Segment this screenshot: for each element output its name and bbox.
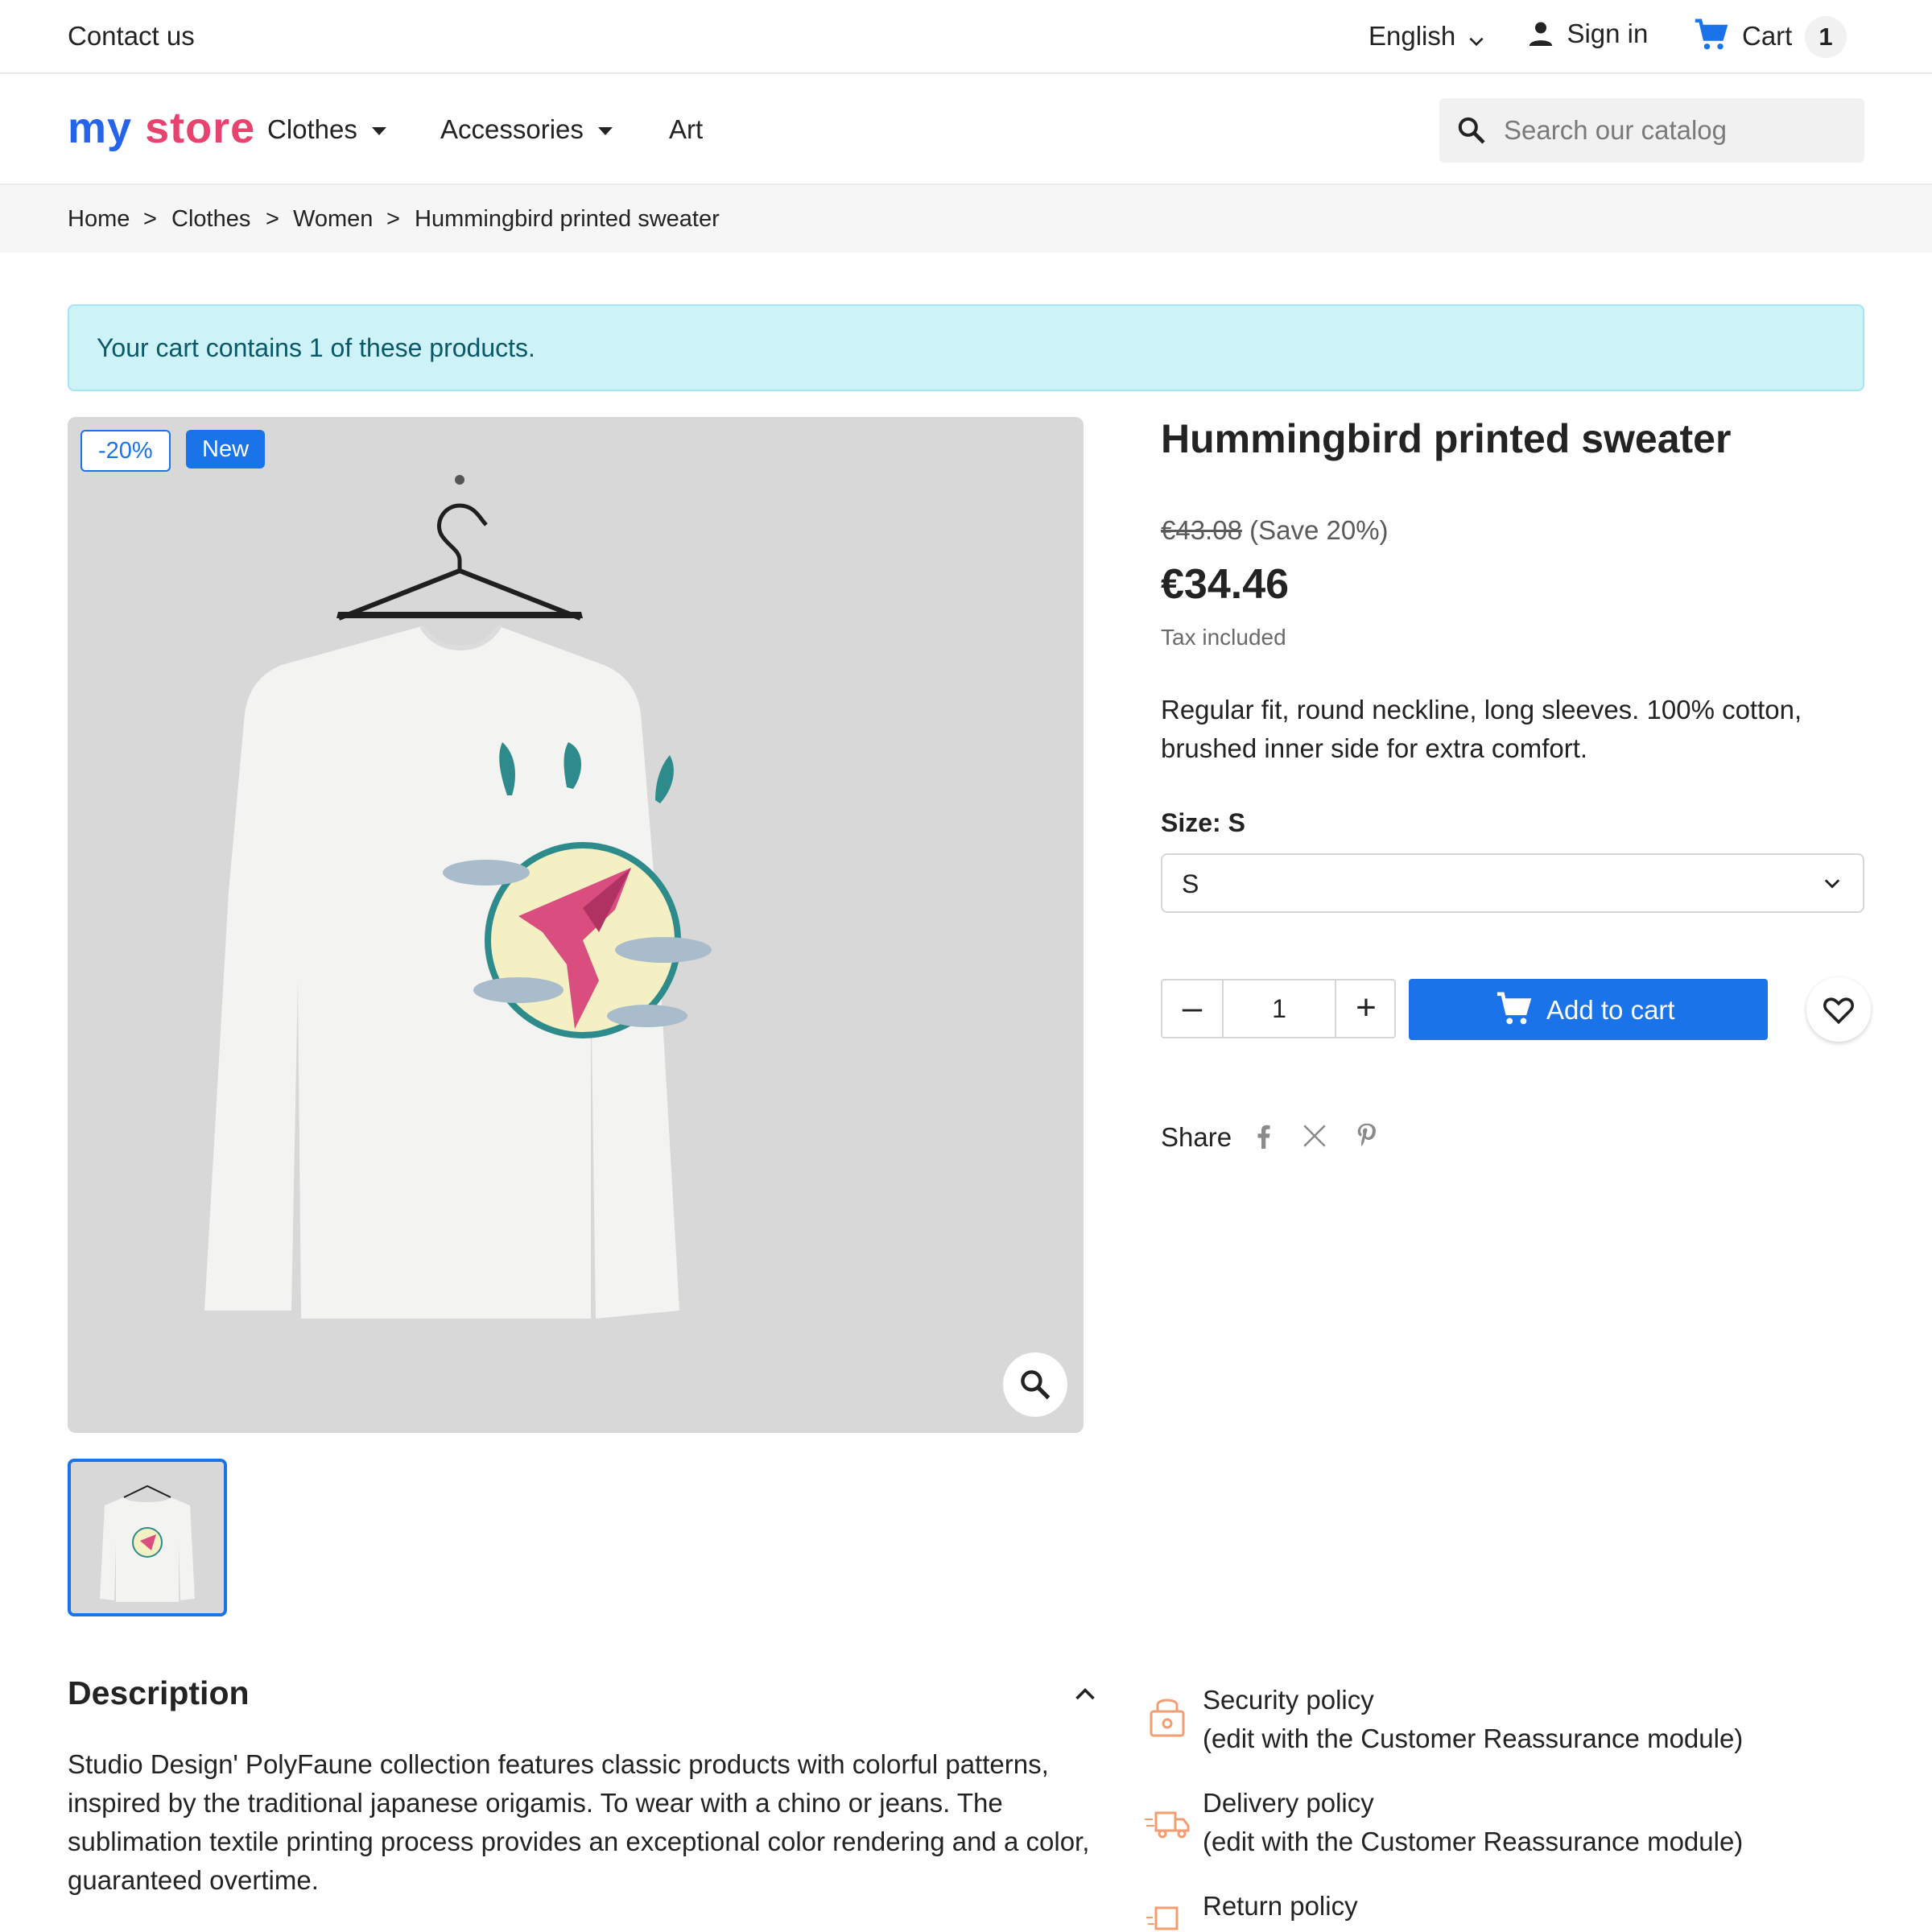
alert-text: Your cart contains 1 of these products. xyxy=(97,333,535,362)
chevron-down-icon xyxy=(1469,37,1484,46)
reassurance-security-sub: (edit with the Customer Reassurance modu… xyxy=(1203,1724,1744,1753)
return-icon xyxy=(1146,1906,1179,1930)
store-logo[interactable]: my store xyxy=(68,103,255,153)
size-label: Size: S xyxy=(1161,808,1245,837)
breadcrumb: Home > Clothes > Women > Hummingbird pri… xyxy=(0,185,1932,253)
reassurance-delivery: Delivery policy (edit with the Customer … xyxy=(1203,1784,1743,1861)
top-bar: Contact us English Sign in Cart 1 xyxy=(0,0,1932,74)
search-placeholder: Search our catalog xyxy=(1504,115,1728,145)
reassurance-security: Security policy (edit with the Customer … xyxy=(1203,1681,1743,1758)
quantity-increase-button[interactable]: + xyxy=(1336,980,1396,1037)
breadcrumb-women[interactable]: Women xyxy=(293,206,373,233)
logo-store: store xyxy=(145,104,256,152)
product-title: Hummingbird printed sweater xyxy=(1161,416,1732,461)
description-heading: Description xyxy=(68,1674,250,1711)
old-price-row: €43.08 (Save 20%) xyxy=(1161,515,1389,546)
sweater-image xyxy=(204,475,712,1319)
zoom-icon xyxy=(1021,1370,1051,1400)
caret-down-icon xyxy=(371,127,386,136)
breadcrumb-separator: > xyxy=(143,206,157,232)
signin-label: Sign in xyxy=(1567,19,1649,48)
quantity-input[interactable]: 1 xyxy=(1222,980,1336,1037)
share-label: Share xyxy=(1161,1122,1232,1152)
chevron-down-icon xyxy=(1824,879,1840,889)
quantity-stepper: – 1 + xyxy=(1161,979,1396,1038)
cart-label: Cart xyxy=(1742,21,1793,51)
discount-badge: -20% xyxy=(80,430,171,472)
search-input[interactable]: Search our catalog xyxy=(1439,98,1864,163)
search-icon xyxy=(1458,117,1485,144)
cart-link[interactable]: Cart 1 xyxy=(1694,16,1847,58)
contact-link[interactable]: Contact us xyxy=(68,21,195,52)
cart-icon xyxy=(1695,19,1728,50)
breadcrumb-home[interactable]: Home xyxy=(68,206,130,233)
language-selector[interactable]: English xyxy=(1368,21,1487,53)
thumbnail-image xyxy=(100,1484,195,1602)
description-text: Studio Design' PolyFaune collection feat… xyxy=(68,1749,1090,1895)
heart-icon xyxy=(1823,997,1854,1025)
nav-clothes-label: Clothes xyxy=(267,114,357,144)
pinterest-icon[interactable] xyxy=(1352,1121,1381,1150)
reassurance-return: Return policy xyxy=(1203,1887,1358,1926)
add-to-cart-button[interactable]: Add to cart xyxy=(1409,979,1768,1040)
discount-percentage: (Save 20%) xyxy=(1249,515,1389,545)
size-selected-value: S xyxy=(1182,869,1199,898)
reassurance-delivery-title: Delivery policy xyxy=(1203,1788,1374,1818)
language-label: English xyxy=(1368,21,1456,51)
user-icon xyxy=(1529,22,1553,46)
nav-accessories[interactable]: Accessories xyxy=(440,114,613,145)
logo-my: my xyxy=(68,104,133,152)
current-price: €34.46 xyxy=(1161,561,1290,608)
chevron-up-icon[interactable] xyxy=(1071,1679,1100,1708)
truck-icon xyxy=(1145,1811,1190,1839)
breadcrumb-clothes[interactable]: Clothes xyxy=(171,206,250,233)
cart-count-badge: 1 xyxy=(1805,16,1847,58)
breadcrumb-current: Hummingbird printed sweater xyxy=(415,206,720,232)
zoom-button[interactable] xyxy=(1003,1352,1067,1417)
main-header: my store Clothes Accessories Art Search … xyxy=(0,74,1932,185)
new-badge: New xyxy=(186,430,266,469)
nav-accessories-label: Accessories xyxy=(440,114,584,144)
lock-icon xyxy=(1150,1699,1185,1737)
wishlist-button[interactable] xyxy=(1806,977,1871,1042)
facebook-icon[interactable] xyxy=(1249,1122,1278,1151)
caret-down-icon xyxy=(597,127,613,136)
quantity-decrease-button[interactable]: – xyxy=(1162,980,1222,1037)
signin-link[interactable]: Sign in xyxy=(1525,18,1648,53)
cart-info-alert: Your cart contains 1 of these products. xyxy=(68,304,1864,391)
size-select[interactable]: S xyxy=(1161,853,1864,913)
breadcrumb-separator: > xyxy=(386,206,400,232)
product-main-image[interactable]: -20% New xyxy=(68,417,1084,1433)
product-thumbnail[interactable] xyxy=(68,1459,227,1616)
add-to-cart-label: Add to cart xyxy=(1546,995,1675,1025)
regular-price: €43.08 xyxy=(1161,515,1242,545)
nav-clothes[interactable]: Clothes xyxy=(267,114,386,145)
share-row: Share xyxy=(1161,1122,1232,1153)
product-short-description: Regular fit, round neckline, long sleeve… xyxy=(1161,695,1802,763)
cart-icon xyxy=(1496,992,1532,1025)
tax-label: Tax included xyxy=(1161,625,1286,650)
nav-art-label: Art xyxy=(669,114,704,144)
reassurance-return-title: Return policy xyxy=(1203,1891,1358,1921)
reassurance-security-title: Security policy xyxy=(1203,1685,1374,1715)
breadcrumb-separator: > xyxy=(266,206,279,232)
nav-art[interactable]: Art xyxy=(669,114,703,145)
x-icon[interactable] xyxy=(1301,1122,1328,1150)
reassurance-delivery-sub: (edit with the Customer Reassurance modu… xyxy=(1203,1827,1744,1856)
